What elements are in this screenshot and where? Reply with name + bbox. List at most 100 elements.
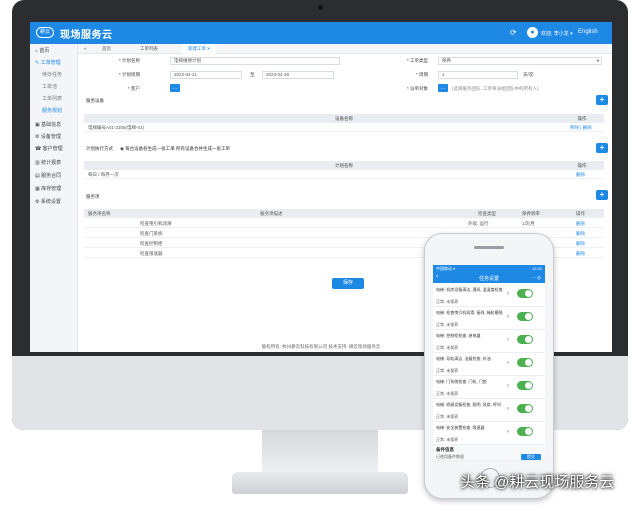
- task-status: 正常: 未保养: [436, 322, 459, 327]
- watermark: 头条 @耕云现场服务云: [460, 474, 615, 491]
- task-text: 电梯: 轿厢设备检查, 照明, 风扇, 呼叫: [436, 402, 501, 407]
- sidebar-item-todo[interactable]: 待办任务: [30, 69, 78, 81]
- sidebar-item-report[interactable]: ▥ 统计报表: [30, 157, 78, 169]
- language-switch[interactable]: English: [578, 29, 598, 35]
- team-label: * 派单对象: [406, 86, 428, 91]
- list-item[interactable]: 电梯: 导轨清洁, 油量检查, 补油 正常: 未保养 ›: [433, 353, 545, 376]
- date-end-input[interactable]: 2023-04-28: [262, 71, 334, 79]
- team-select-button[interactable]: …: [438, 84, 448, 92]
- tab-new-workorder[interactable]: 新建工单 ×: [182, 44, 216, 54]
- list-item[interactable]: 电梯: 门系统检查, 门机, 门锁 正常: 未保养 ›: [433, 376, 545, 399]
- device-op-link[interactable]: 移除 | 删除: [570, 123, 592, 132]
- monitor-stand-neck: [262, 430, 378, 476]
- item-desc-cell: 检查曳引机润滑: [140, 221, 172, 226]
- sidebar-item-contract[interactable]: ▤ 服务合同: [30, 170, 78, 182]
- plan-op-link[interactable]: 删除: [576, 170, 585, 179]
- period-unit: 天/次: [523, 72, 534, 77]
- phone-nav-bar: ‹ 任务设置 ··· ◎: [433, 272, 545, 283]
- device-col-name: 设备名称: [84, 114, 604, 123]
- task-status: 正常: 未保养: [436, 391, 459, 396]
- period-input[interactable]: 1: [438, 71, 518, 79]
- task-toggle[interactable]: [517, 289, 533, 298]
- table-row: [84, 123, 604, 132]
- phone-nav-title: 任务设置: [478, 276, 499, 282]
- task-toggle[interactable]: [517, 358, 533, 367]
- task-status: 正常: 未保养: [436, 437, 459, 442]
- add-plan-button[interactable]: +: [596, 143, 608, 153]
- table-row: [84, 170, 604, 179]
- logo-icon: 耕云: [36, 27, 54, 38]
- task-toggle[interactable]: [517, 381, 533, 390]
- close-icon[interactable]: ×: [207, 46, 210, 51]
- tab-bar: « 首页 工单列表 新建工单 ×: [78, 44, 612, 54]
- list-item[interactable]: 电梯: 控制柜检查, 继电器 正常: 未保养 ›: [433, 330, 545, 353]
- customer-select-button[interactable]: …: [170, 84, 180, 92]
- plan-name-input[interactable]: 电梯维保计划: [170, 57, 340, 65]
- sidebar: ⌂ 首页 ✎ 工单管理 待办任务 工单池 工单列表 服务规划 ▣ 基础信息 ⚙ …: [30, 44, 78, 352]
- sidebar-item-stock[interactable]: ▦ 库存管理: [30, 183, 78, 195]
- more-icon[interactable]: ··· ◎: [531, 275, 541, 281]
- camera-dot: [318, 5, 323, 10]
- task-toggle[interactable]: [517, 312, 533, 321]
- save-button[interactable]: 保存: [332, 278, 364, 289]
- task-text: 电梯: 门系统检查, 门机, 门锁: [436, 379, 487, 384]
- plan-col-op: 操作: [560, 161, 604, 170]
- item-op-link[interactable]: 删除: [576, 249, 585, 258]
- chevron-right-icon: ›: [507, 314, 509, 320]
- task-status: 正常: 未保养: [436, 414, 459, 419]
- phone-frame: 中国移动 ▾ 12:30 ‹ 任务设置 ··· ◎ 电梯: 机房设备清洁, 通风,…: [424, 233, 554, 499]
- sidebar-item-basic[interactable]: ▣ 基础信息: [30, 119, 78, 131]
- item-col-op: 操作: [576, 211, 585, 216]
- tab-workorder-list[interactable]: 工单列表: [134, 44, 164, 54]
- refresh-icon[interactable]: ⟳: [510, 28, 517, 37]
- date-start-input[interactable]: 2023-04-21: [170, 71, 242, 79]
- carrier-label: 中国移动 ▾: [436, 266, 456, 271]
- list-item[interactable]: 电梯: 机房设备清洁, 通风, 温湿度检查 正常: 未保养 ›: [433, 284, 545, 307]
- tab-index[interactable]: 首页: [96, 44, 117, 54]
- sidebar-item-home[interactable]: ⌂ 首页: [30, 45, 78, 57]
- submit-button[interactable]: 提交: [521, 454, 541, 460]
- item-op-link[interactable]: 删除: [576, 239, 585, 248]
- type-select[interactable]: 保养 ▾: [438, 57, 602, 65]
- list-item[interactable]: 电梯: 安全装置检查, 限速器 正常: 未保养 ›: [433, 422, 545, 445]
- item-freq-cell: 1次/月: [522, 221, 535, 226]
- phone-screen: 中国移动 ▾ 12:30 ‹ 任务设置 ··· ◎ 电梯: 机房设备清洁, 通风,…: [433, 265, 545, 461]
- period-label: * 周期: [415, 72, 428, 77]
- avatar[interactable]: ●: [527, 27, 538, 38]
- date-separator: 至: [250, 72, 255, 77]
- item-op-link[interactable]: 删除: [576, 219, 585, 228]
- sidebar-item-customer[interactable]: ☎ 客户管理: [30, 143, 78, 155]
- item-op-link[interactable]: 删除: [576, 229, 585, 238]
- device-section-title: 服务设备: [86, 98, 104, 103]
- tab-home[interactable]: «: [78, 44, 93, 54]
- task-toggle[interactable]: [517, 335, 533, 344]
- monitor-stand-foot: [232, 472, 408, 494]
- sidebar-item-pool[interactable]: 工单池: [30, 81, 78, 93]
- mode-option-1[interactable]: ◉ 每台设备各生成一张工单: [120, 146, 175, 152]
- task-toggle[interactable]: [517, 427, 533, 436]
- task-toggle[interactable]: [517, 404, 533, 413]
- list-item[interactable]: 电梯: 轿厢设备检查, 照明, 风扇, 呼叫 正常: 未保养 ›: [433, 399, 545, 422]
- customer-label: * 客户: [127, 86, 140, 91]
- item-col-name: 服务项名称: [88, 211, 111, 216]
- sidebar-item-workorder[interactable]: ✎ 工单管理: [30, 57, 78, 69]
- phone-speaker: [474, 246, 504, 249]
- list-item[interactable]: 电梯: 检查曳引机润滑, 接线, 绳轮磨损 正常: 未保养 ›: [433, 307, 545, 330]
- mode-option-1-label: 每台设备各生成一张工单: [125, 146, 175, 151]
- user-menu[interactable]: 欢迎, 李小龙 ▾: [541, 30, 573, 37]
- add-item-button[interactable]: +: [596, 190, 608, 200]
- task-text: 电梯: 导轨清洁, 油量检查, 补油: [436, 356, 491, 361]
- sidebar-item-plan[interactable]: 服务规划: [30, 105, 78, 117]
- sidebar-item-device[interactable]: ⚙ 设备管理: [30, 131, 78, 143]
- remark-text: 已使用备件数量: [436, 454, 464, 459]
- item-desc-cell: 检查门系统: [140, 231, 163, 236]
- add-device-button[interactable]: +: [596, 95, 608, 105]
- task-status: 正常: 未保养: [436, 299, 459, 304]
- chevron-right-icon: ›: [507, 337, 509, 343]
- sidebar-item-list[interactable]: 工单列表: [30, 93, 78, 105]
- item-desc-cell: 检查控制柜: [140, 241, 163, 246]
- mode-option-2[interactable]: ○ 所有设备合并生成一张工单: [172, 146, 230, 152]
- sidebar-item-settings[interactable]: ⚙ 系统设置: [30, 196, 78, 208]
- task-text: 电梯: 安全装置检查, 限速器: [436, 425, 485, 430]
- type-label: * 工单类型: [406, 58, 428, 63]
